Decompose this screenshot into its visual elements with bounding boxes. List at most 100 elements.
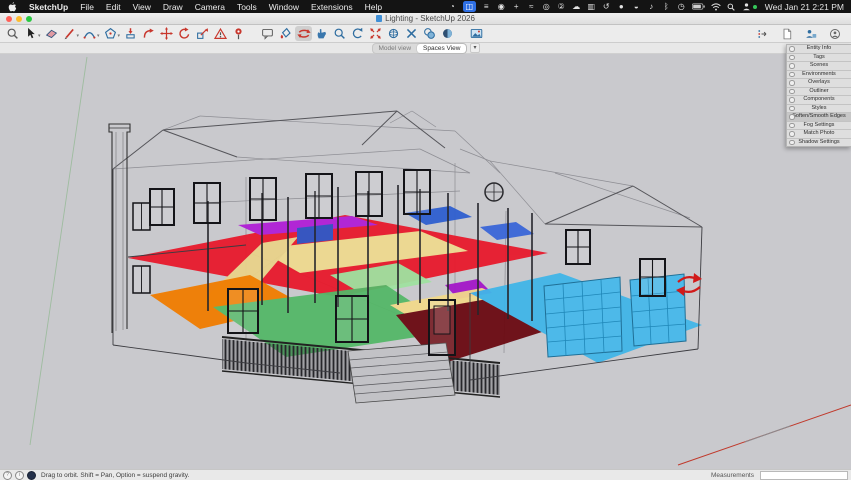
menu-view[interactable]: View [127,2,157,12]
tray-item-match-photo[interactable]: Match Photo [787,130,851,139]
app-dot-icon[interactable]: ● [617,1,626,12]
menu-help[interactable]: Help [359,2,388,12]
tray-item-environments[interactable]: Environments [787,70,851,79]
plus-icon[interactable]: + [512,1,521,12]
menu-window[interactable]: Window [263,2,305,12]
line-tool-icon[interactable] [61,26,78,41]
menu-tools[interactable]: Tools [231,2,263,12]
user-account-icon[interactable] [742,1,751,12]
disclosure-circle-icon[interactable] [789,122,795,128]
clock-menu-icon[interactable]: ◷ [677,1,686,12]
shield-icon[interactable]: ◒ [632,1,641,12]
help-circle-icon[interactable]: ? [3,470,12,480]
tray-item-shadow-settings[interactable]: Shadow Settings [787,138,851,146]
info-circle-icon[interactable]: i [15,470,24,480]
line-dropdown-caret-icon[interactable]: ▾ [77,33,80,39]
previous-view-tool-icon[interactable] [349,26,366,41]
view-mode-dropdown-icon[interactable]: ▾ [470,43,480,53]
tray-item-outliner[interactable]: Outliner [787,87,851,96]
measurements-input[interactable] [760,470,848,480]
wifi-icon[interactable] [711,1,721,12]
disclosure-circle-icon[interactable] [789,71,795,77]
zoom-extents-tool-icon[interactable] [367,26,384,41]
menu-extensions[interactable]: Extensions [305,2,359,12]
shapes-dropdown-caret-icon[interactable]: ▾ [118,33,121,39]
move-tool-icon[interactable] [158,26,175,41]
disclosure-circle-icon[interactable] [789,131,795,137]
history-icon[interactable]: ↺ [602,1,611,12]
camera-icon[interactable]: ◎ [542,1,551,12]
model-view-segment[interactable]: Model view [373,44,418,53]
sections-tool-icon[interactable] [421,26,438,41]
position-camera-tool-icon[interactable] [385,26,402,41]
close-button[interactable] [6,15,12,22]
disclosure-circle-icon[interactable] [789,114,795,120]
annotation-tool-icon[interactable] [259,26,276,41]
sync-icon[interactable]: ◔ [448,1,457,12]
position-pin-tool-icon[interactable] [230,26,247,41]
geolocation-globe-icon[interactable] [27,470,36,480]
tray-item-fog-settings[interactable]: Fog Settings [787,121,851,130]
activity-icon[interactable]: ≈ [527,1,536,12]
document-proxy-icon[interactable] [376,15,383,22]
fullscreen-button[interactable] [26,15,32,22]
menu-edit[interactable]: Edit [100,2,127,12]
disclosure-circle-icon[interactable] [789,80,795,86]
scale-tool-icon[interactable] [194,26,211,41]
record-icon[interactable]: ◉ [497,1,506,12]
disclosure-circle-icon[interactable] [789,54,795,60]
volume-icon[interactable]: ♪ [647,1,656,12]
battery-icon[interactable] [691,1,705,12]
collaborate-icon[interactable] [802,26,819,41]
rotate-tool-icon[interactable] [176,26,193,41]
match-photo-tool-icon[interactable] [468,26,485,41]
menu-file[interactable]: File [74,2,100,12]
shapes-tool-icon[interactable] [102,26,119,41]
disclosure-circle-icon[interactable] [789,88,795,94]
search-tool-icon[interactable] [4,26,21,41]
new-document-icon[interactable] [778,26,795,41]
disclosure-circle-icon[interactable] [789,139,795,145]
screen-indicator-icon[interactable]: ◫ [462,1,476,12]
apple-menu-icon[interactable] [7,1,17,12]
minimize-button[interactable] [16,15,22,22]
disclosure-circle-icon[interactable] [789,105,795,111]
push-pull-tool-icon[interactable] [122,26,139,41]
zoom-tool-icon[interactable] [331,26,348,41]
viewport-3d-model[interactable] [0,53,851,470]
tray-item-overlays[interactable]: Overlays [787,79,851,88]
notification-count-icon[interactable]: ② [557,1,566,12]
menubar-clock[interactable]: Wed Jan 21 2:21 PM [765,2,844,12]
tray-item-components[interactable]: Components [787,96,851,105]
bluetooth-icon[interactable]: ᛒ [662,1,671,12]
disclosure-circle-icon[interactable] [789,46,795,52]
eraser-tool-icon[interactable] [43,26,60,41]
menu-camera[interactable]: Camera [189,2,231,12]
spaces-view-segment[interactable]: Spaces View [417,43,467,53]
window-titlebar[interactable]: Lighting - SketchUp 2026 [0,13,851,25]
warning-tool-icon[interactable] [212,26,229,41]
paint-bucket-tool-icon[interactable] [277,26,294,41]
walk-tool-icon[interactable] [403,26,420,41]
menu-sketchup[interactable]: SketchUp [23,2,74,12]
tray-item-styles[interactable]: Styles [787,104,851,113]
tray-item-scenes[interactable]: Scenes [787,62,851,71]
account-help-icon[interactable] [826,26,843,41]
menu-draw[interactable]: Draw [157,2,189,12]
export-icon[interactable] [754,26,771,41]
arc-tool-icon[interactable] [81,26,98,41]
pan-tool-icon[interactable] [313,26,330,41]
select-dropdown-caret-icon[interactable]: ▾ [38,33,41,39]
disclosure-circle-icon[interactable] [789,97,795,103]
tray-item-tags[interactable]: Tags [787,53,851,62]
cloud-icon[interactable]: ☁ [572,1,581,12]
tray-item-soften-smooth-edges[interactable]: Soften/Smooth Edges [787,113,851,122]
tray-item-entity-info[interactable]: Entity Info [787,45,851,54]
disclosure-circle-icon[interactable] [789,63,795,69]
arc-dropdown-caret-icon[interactable]: ▾ [97,33,100,39]
window-tiling-icon[interactable]: ≡ [482,1,491,12]
spotlight-search-icon[interactable] [727,1,736,12]
select-tool-icon[interactable] [22,26,39,41]
style-sphere-tool-icon[interactable] [439,26,456,41]
follow-me-tool-icon[interactable] [140,26,157,41]
